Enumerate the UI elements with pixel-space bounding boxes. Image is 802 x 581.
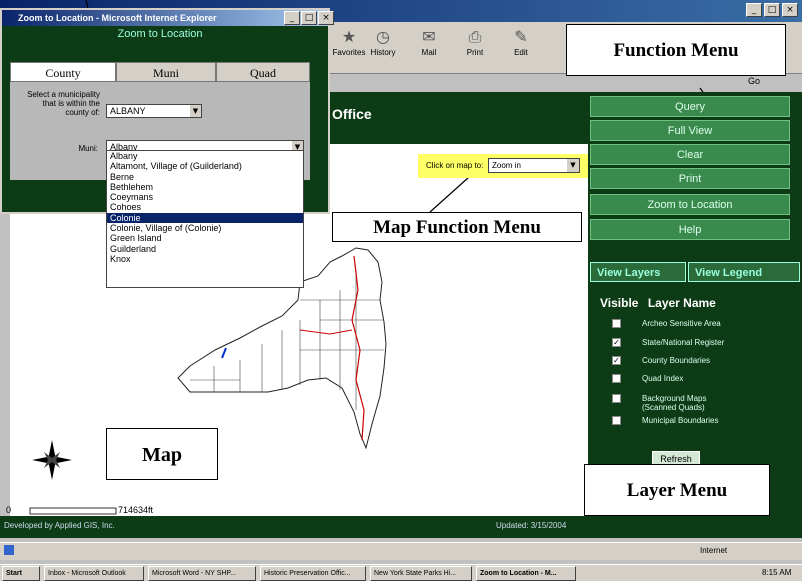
help-button[interactable]: Help xyxy=(590,219,790,240)
layer-checkbox[interactable]: ✓ xyxy=(612,338,621,347)
north-arrow-icon xyxy=(32,440,72,480)
maximize-button[interactable]: □ xyxy=(301,11,317,25)
popup-title-bar: Zoom to Location - Microsoft Internet Ex… xyxy=(2,10,328,26)
scale-start: 0 xyxy=(6,505,12,515)
visible-column-header: Visible xyxy=(600,296,639,310)
callout-map-function-menu: Map Function Menu xyxy=(332,212,582,242)
map-function-select[interactable]: Zoom in ▼ xyxy=(488,158,580,173)
list-item[interactable]: Guilderland xyxy=(107,244,303,254)
layer-tabs: View Layers View Legend xyxy=(590,262,802,282)
list-item-selected[interactable]: Colonie xyxy=(107,212,303,224)
list-item[interactable]: Cohoes xyxy=(107,202,303,212)
start-button[interactable]: Start xyxy=(2,566,40,581)
status-bar: Internet xyxy=(0,542,802,560)
taskbar-item[interactable]: Historic Preservation Offic... xyxy=(260,566,366,581)
list-item[interactable]: Coeymans xyxy=(107,192,303,202)
footer-credit: Developed by Applied GIS, Inc. xyxy=(4,521,115,530)
clock: 8:15 AM xyxy=(762,568,792,577)
close-button[interactable]: × xyxy=(318,11,334,25)
tab-view-layers[interactable]: View Layers xyxy=(590,262,686,282)
list-item[interactable]: Bethlehem xyxy=(107,182,303,192)
callout-function-menu: Function Menu xyxy=(566,24,786,76)
page-icon xyxy=(4,545,14,555)
footer-updated: Updated: 3/15/2004 xyxy=(496,521,567,530)
callout-map: Map xyxy=(106,428,218,480)
layer-name-column-header: Layer Name xyxy=(647,296,716,310)
status-zone: Internet xyxy=(700,546,728,555)
county-select[interactable]: ALBANY ▼ xyxy=(106,104,202,118)
list-item[interactable]: Albany xyxy=(107,151,303,161)
map-function-label: Click on map to: xyxy=(426,161,484,170)
query-button[interactable]: Query xyxy=(590,96,790,117)
chevron-down-icon: ▼ xyxy=(190,105,201,117)
taskbar: Start Inbox - Microsoft Outlook Microsof… xyxy=(0,564,802,581)
tab-quad[interactable]: Quad xyxy=(216,62,310,82)
full-view-button[interactable]: Full View xyxy=(590,120,790,141)
taskbar-item[interactable]: Microsoft Word - NY SHP... xyxy=(148,566,256,581)
layer-checkbox[interactable] xyxy=(612,319,621,328)
taskbar-item[interactable]: New York State Parks Hi... xyxy=(370,566,472,581)
taskbar-item[interactable]: Inbox - Microsoft Outlook xyxy=(44,566,144,581)
list-item[interactable]: Green Island xyxy=(107,233,303,243)
scale-end: 714634ft xyxy=(118,505,154,515)
zoom-to-location-button[interactable]: Zoom to Location xyxy=(590,194,790,215)
county-select-label: Select a municipality that is within the… xyxy=(27,90,100,117)
tab-view-legend[interactable]: View Legend xyxy=(688,262,800,282)
minimize-button[interactable]: _ xyxy=(284,11,300,25)
muni-select-label: Muni: xyxy=(78,144,98,153)
layer-checkbox[interactable] xyxy=(612,416,621,425)
layer-checkbox[interactable] xyxy=(612,394,621,403)
layer-checkbox[interactable]: ✓ xyxy=(612,356,621,365)
muni-dropdown-list[interactable]: Albany Altamont, Village of (Guilderland… xyxy=(106,150,304,288)
popup-heading: Zoom to Location xyxy=(117,28,203,40)
list-item[interactable]: Knox xyxy=(107,254,303,264)
layer-table-header: Visible Layer Name xyxy=(600,296,716,310)
popup-window-controls: _ □ × xyxy=(284,11,334,25)
tab-county[interactable]: County xyxy=(10,62,116,82)
clear-button[interactable]: Clear xyxy=(590,144,790,165)
callout-layer-menu: Layer Menu xyxy=(584,464,770,516)
layer-checkbox[interactable] xyxy=(612,374,621,383)
list-item[interactable]: Colonie, Village of (Colonie) xyxy=(107,223,303,233)
list-item[interactable]: Altamont, Village of (Guilderland) xyxy=(107,161,303,171)
scale-bar xyxy=(29,507,117,515)
page-footer: Developed by Applied GIS, Inc. Updated: … xyxy=(0,516,588,538)
tab-muni[interactable]: Muni xyxy=(116,62,216,82)
print-map-button[interactable]: Print xyxy=(590,168,790,189)
list-item[interactable]: Berne xyxy=(107,172,303,182)
chevron-down-icon: ▼ xyxy=(567,159,579,172)
taskbar-item-active[interactable]: Zoom to Location - M... xyxy=(476,566,576,581)
